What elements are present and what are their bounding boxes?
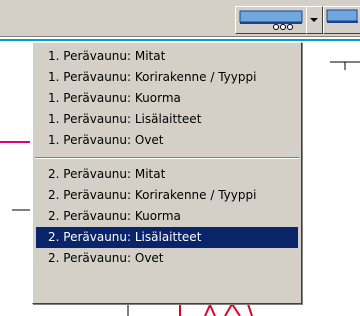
- menu-item-trailer1-dimensions[interactable]: 1. Perävaunu: Mitat: [36, 46, 298, 67]
- trailer-dropdown-menu: 1. Perävaunu: Mitat 1. Perävaunu: Korira…: [32, 42, 302, 304]
- menu-item-trailer1-doors[interactable]: 1. Perävaunu: Ovet: [36, 130, 298, 151]
- menu-separator: [35, 157, 299, 159]
- menu-item-trailer2-accessories[interactable]: 2. Perävaunu: Lisälaitteet: [36, 227, 298, 248]
- menu-item-trailer1-load[interactable]: 1. Perävaunu: Kuorma: [36, 88, 298, 109]
- menu-item-trailer2-dimensions[interactable]: 2. Perävaunu: Mitat: [36, 164, 298, 185]
- menu-item-trailer2-load[interactable]: 2. Perävaunu: Kuorma: [36, 206, 298, 227]
- menu-item-trailer1-body-type[interactable]: 1. Perävaunu: Korirakenne / Tyyppi: [36, 67, 298, 88]
- menu-item-trailer2-body-type[interactable]: 2. Perävaunu: Korirakenne / Tyyppi: [36, 185, 298, 206]
- menu-item-trailer1-accessories[interactable]: 1. Perävaunu: Lisälaitteet: [36, 109, 298, 130]
- menu-item-trailer2-doors[interactable]: 2. Perävaunu: Ovet: [36, 248, 298, 269]
